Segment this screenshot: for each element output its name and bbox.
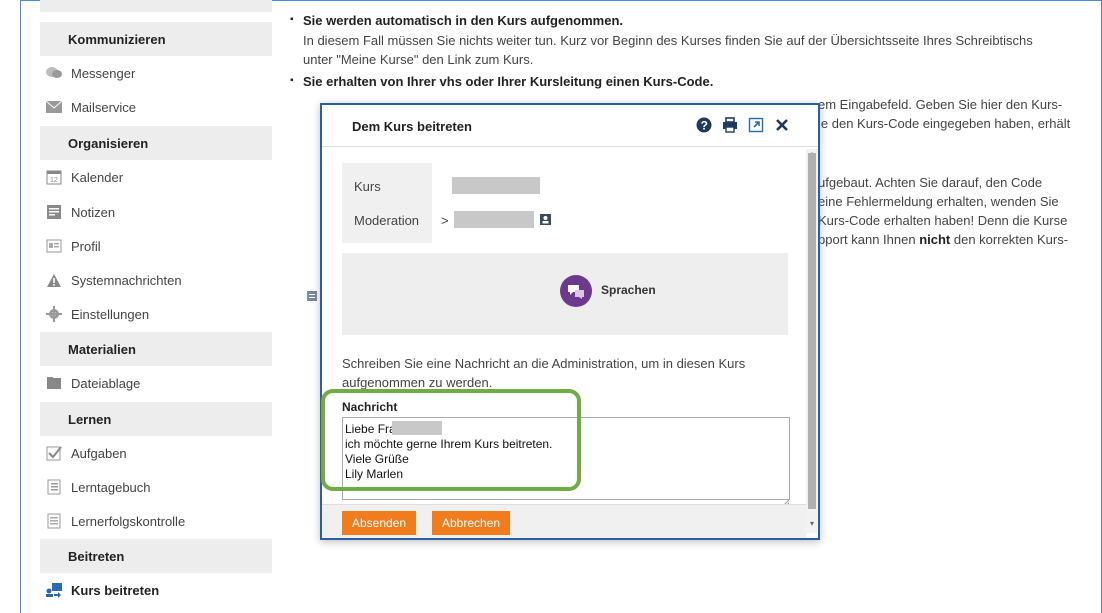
sidebar-heading-lernen: Lernen xyxy=(40,402,272,436)
sidebar-item-dateiablage[interactable]: Dateiablage xyxy=(40,366,272,400)
sidebar-item-mailservice[interactable]: Mailservice xyxy=(40,90,272,124)
bullet-title-automatic: Sie werden automatisch in den Kurs aufge… xyxy=(290,13,623,28)
moderation-label: Moderation xyxy=(354,213,420,228)
external-link-icon[interactable] xyxy=(748,117,764,133)
join-course-icon xyxy=(44,582,64,598)
sidebar-item-label: Aufgaben xyxy=(71,445,127,461)
print-icon[interactable] xyxy=(722,117,738,133)
svg-text:?: ? xyxy=(701,119,708,133)
sidebar-item-label: Notizen xyxy=(71,204,116,220)
info-label-background xyxy=(342,163,432,243)
sidebar-item-label: Lernerfolgskontrolle xyxy=(71,513,186,529)
partial-text-line-3: ufgebaut. Achten Sie darauf, den Code xyxy=(818,175,1043,190)
sidebar-item-systemnachrichten[interactable]: Systemnachrichten xyxy=(40,263,272,297)
sidebar-item-label: Dateiablage xyxy=(71,375,141,391)
moderator-name-redacted xyxy=(454,211,534,228)
sidebar-item-messenger[interactable]: Messenger xyxy=(40,56,272,90)
sidebar-item-aufgaben[interactable]: Aufgaben xyxy=(40,436,272,470)
checklist-icon xyxy=(44,513,64,529)
sidebar-item-label: Profil xyxy=(71,238,101,254)
notes-icon xyxy=(44,204,64,220)
dialog-footer: Absenden Abbrechen xyxy=(322,504,806,538)
partial-text-line-5: Kurs-Code erhalten haben! Denn die Kurse xyxy=(818,213,1068,228)
sidebar-heading-materialien: Materialien xyxy=(40,332,272,366)
instruction-text: Schreiben Sie eine Nachricht an die Admi… xyxy=(342,356,746,390)
partial-text-line-1: em Eingabefeld. Geben Sie hier den Kurs- xyxy=(818,97,1063,112)
dialog-header: Dem Kurs beitreten ? xyxy=(322,105,818,147)
bullet-text-automatic-1: In diesem Fall müssen Sie nichts weiter … xyxy=(303,33,1033,48)
profile-icon xyxy=(44,238,64,254)
message-highlight-frame xyxy=(321,389,581,491)
submit-button[interactable]: Absenden xyxy=(342,511,417,535)
calendar-icon: 12 xyxy=(44,169,64,185)
sidebar-heading-organisieren: Organisieren xyxy=(40,126,272,160)
language-label: Sprachen xyxy=(601,283,656,297)
moderation-arrow: > xyxy=(441,213,449,228)
sidebar-item-label: Lerntagebuch xyxy=(71,479,151,495)
sidebar-item-label: Einstellungen xyxy=(71,306,150,322)
language-box: Sprachen xyxy=(342,253,788,335)
scroll-thumb[interactable] xyxy=(808,153,816,509)
course-label: Kurs xyxy=(354,179,381,194)
sidebar-item-kalender[interactable]: 12 Kalender xyxy=(40,160,272,194)
course-name-redacted xyxy=(452,177,540,194)
messenger-icon xyxy=(44,65,64,81)
dialog-scrollbar[interactable]: ▴ ▾ xyxy=(806,149,818,533)
sidebar-item-kurs-beitreten[interactable]: Kurs beitreten xyxy=(40,573,272,607)
task-icon xyxy=(44,445,64,461)
close-icon[interactable] xyxy=(774,117,790,133)
resize-handle-icon[interactable] xyxy=(783,494,790,504)
diary-icon xyxy=(44,479,64,495)
language-icon xyxy=(560,275,592,307)
help-icon[interactable]: ? xyxy=(696,117,712,133)
folder-icon xyxy=(44,375,64,391)
bullet-text-automatic-2: unter "Meine Kurse" den Link zum Kurs. xyxy=(303,52,534,67)
sidebar-item-label: Kurs beitreten xyxy=(71,582,160,598)
partial-text-line-2: ie den Kurs-Code eingegeben haben, erhäl… xyxy=(818,116,1071,131)
sidebar-item-label: Messenger xyxy=(71,65,136,81)
sidebar-top-strip xyxy=(40,0,272,12)
course-info-box: Kurs Moderation > xyxy=(342,163,788,243)
svg-text:12: 12 xyxy=(50,177,58,184)
warning-icon xyxy=(44,272,64,288)
cancel-button[interactable]: Abbrechen xyxy=(432,511,511,535)
contact-card-icon[interactable] xyxy=(540,213,551,225)
scroll-down-icon[interactable]: ▾ xyxy=(806,519,818,528)
sidebar-item-label: Systemnachrichten xyxy=(71,272,182,288)
sidebar: Kommunizieren Messenger Mailservice Orga… xyxy=(40,0,272,613)
bullet-title-course-code: Sie erhalten von Ihrer vhs oder Ihrer Ku… xyxy=(290,74,713,89)
dialog-title: Dem Kurs beitreten xyxy=(352,119,472,134)
document-icon xyxy=(307,289,317,301)
sidebar-heading-beitreten: Beitreten xyxy=(40,539,272,573)
partial-text-line-6: pport kann Ihnen nicht den korrekten Kur… xyxy=(818,232,1069,247)
sidebar-item-label: Mailservice xyxy=(71,99,137,115)
mail-icon xyxy=(44,99,64,115)
sidebar-item-profil[interactable]: Profil xyxy=(40,229,272,263)
sidebar-item-lerntagebuch[interactable]: Lerntagebuch xyxy=(40,470,272,504)
sidebar-item-notizen[interactable]: Notizen xyxy=(40,195,272,229)
gear-icon xyxy=(44,306,64,322)
sidebar-heading-kommunizieren: Kommunizieren xyxy=(40,22,272,56)
partial-text-line-4: eine Fehlermeldung erhalten, wenden Sie xyxy=(818,194,1059,209)
sidebar-item-einstellungen[interactable]: Einstellungen xyxy=(40,297,272,331)
sidebar-item-label: Kalender xyxy=(71,169,124,185)
sidebar-item-lernerfolgskontrolle[interactable]: Lernerfolgskontrolle xyxy=(40,504,272,538)
